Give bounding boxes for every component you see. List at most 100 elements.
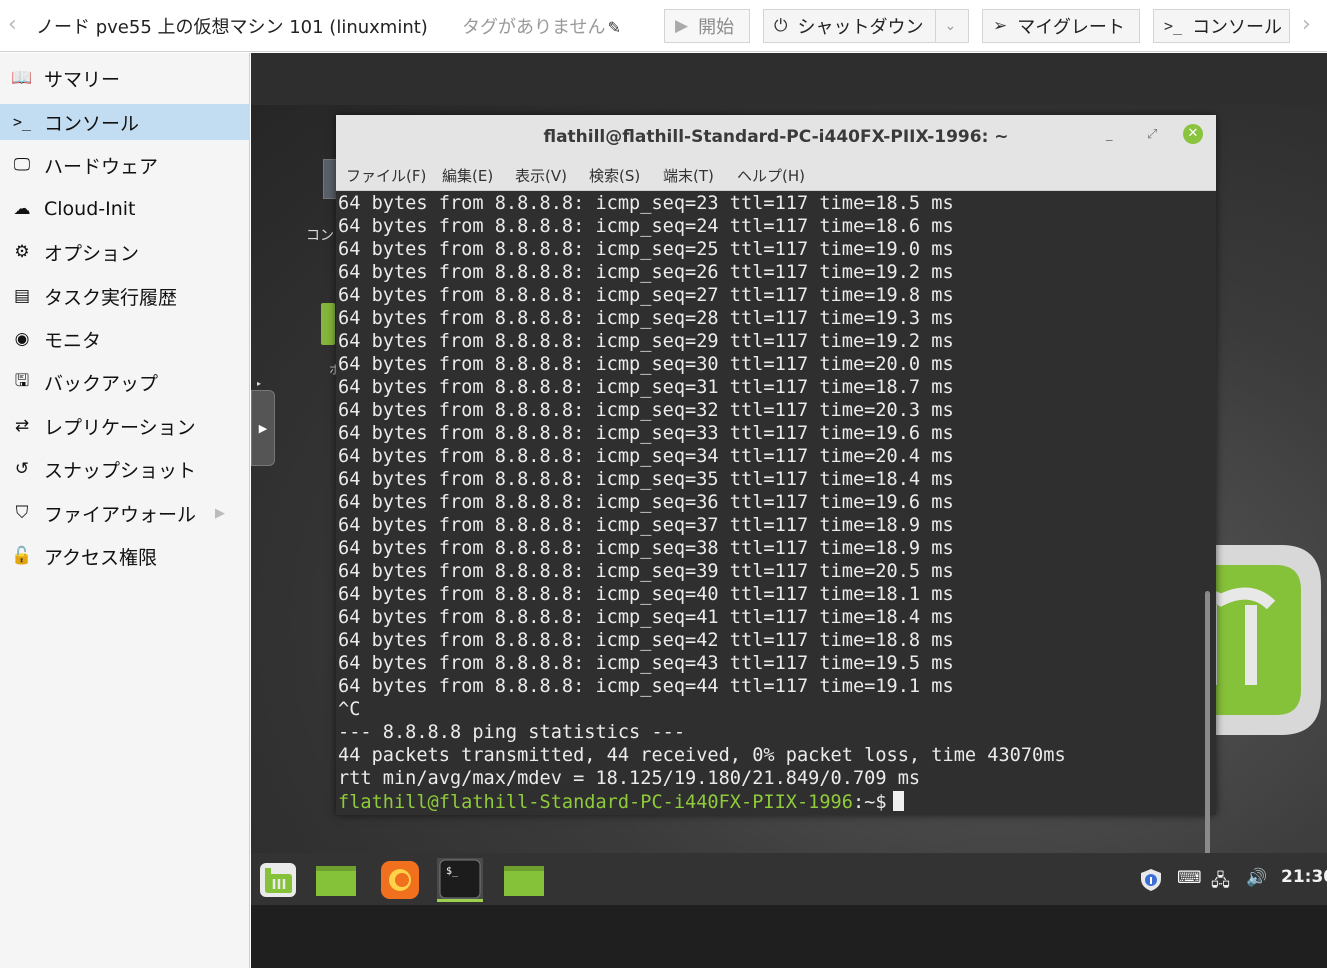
menu-search[interactable]: 検索(S) [589, 165, 640, 186]
console-bottom-strip [251, 905, 1327, 968]
terminal-line: 64 bytes from 8.8.8.8: icmp_seq=24 ttl=1… [338, 216, 954, 237]
sidebar-item-monitor[interactable]: ◉ モニタ [0, 321, 250, 357]
sidebar-item-summary[interactable]: 📖 サマリー [0, 60, 250, 96]
maximize-icon[interactable]: ⤢ [1147, 127, 1157, 142]
menu-help[interactable]: ヘルプ(H) [737, 165, 805, 186]
terminal-line: 64 bytes from 8.8.8.8: icmp_seq=37 ttl=1… [338, 515, 954, 536]
terminal-line: 64 bytes from 8.8.8.8: icmp_seq=23 ttl=1… [338, 193, 954, 214]
terminal-icon[interactable]: $_ [437, 858, 483, 902]
sidebar-nav: 📖 サマリー >_ コンソール 🖵 ハードウェア ☁ Cloud-Init ⚙ … [0, 53, 250, 968]
sidebar-item-label: アクセス権限 [44, 546, 158, 569]
terminal-line: 44 packets transmitted, 44 received, 0% … [338, 745, 1066, 766]
menu-terminal[interactable]: 端末(T) [663, 165, 714, 186]
list-icon: ▤ [13, 286, 31, 306]
vm-taskbar: $_ ⌨ 🖧 🔊 21:30 [251, 853, 1327, 905]
text-cursor [892, 791, 904, 811]
scroll-right-icon[interactable]: › [1302, 12, 1316, 38]
vm-desktop[interactable]: コン ホ ▸ ▶ flathill@flathill-Standard-PC-i… [251, 105, 1327, 905]
sidebar-item-permissions[interactable]: 🔓 アクセス権限 [0, 538, 250, 574]
desktop-icon-label: コン [306, 228, 334, 244]
sidebar-item-console[interactable]: >_ コンソール [0, 104, 250, 140]
console-button[interactable]: >_ コンソール [1153, 9, 1290, 43]
drawer-dot-icon: ▸ [257, 379, 262, 388]
shield-icon[interactable] [1139, 868, 1163, 897]
console-button-label: コンソール [1192, 17, 1283, 38]
sidebar-item-firewall[interactable]: ⛉ ファイアウォール ▶ [0, 495, 250, 531]
volume-icon[interactable]: 🔊 [1246, 868, 1267, 888]
chevron-down-icon[interactable]: ⌄ [935, 10, 956, 42]
vm-console[interactable]: コン ホ ▸ ▶ flathill@flathill-Standard-PC-i… [251, 53, 1327, 968]
network-icon[interactable]: 🖧 [1211, 868, 1230, 897]
migrate-button[interactable]: ➢ マイグレート [982, 9, 1140, 43]
terminal-line: 64 bytes from 8.8.8.8: icmp_seq=32 ttl=1… [338, 400, 954, 421]
start-button[interactable]: ▶ 開始 [664, 9, 750, 43]
terminal-line: ^C [338, 699, 361, 720]
terminal-line: 64 bytes from 8.8.8.8: icmp_seq=40 ttl=1… [338, 584, 954, 605]
header-bar: ‹ ノード pve55 上の仮想マシン 101 (linuxmint) タグがあ… [0, 0, 1327, 52]
terminal-prompt-suffix: :~$ [852, 792, 887, 813]
menu-view[interactable]: 表示(V) [515, 165, 567, 186]
sidebar-item-label: コンソール [44, 112, 140, 135]
terminal-line: 64 bytes from 8.8.8.8: icmp_seq=34 ttl=1… [338, 446, 954, 467]
sidebar-item-snapshot[interactable]: ↺ スナップショット [0, 451, 250, 487]
sidebar-item-task-history[interactable]: ▤ タスク実行履歴 [0, 278, 250, 314]
sidebar-item-replication[interactable]: ⇄ レプリケーション [0, 408, 250, 444]
terminal-line: 64 bytes from 8.8.8.8: icmp_seq=29 ttl=1… [338, 331, 954, 352]
unlock-icon: 🔓 [11, 546, 33, 566]
clock[interactable]: 21:30 [1281, 867, 1327, 887]
sidebar-item-options[interactable]: ⚙ オプション [0, 234, 250, 270]
terminal-line: 64 bytes from 8.8.8.8: icmp_seq=42 ttl=1… [338, 630, 954, 651]
sidebar-item-label: タスク実行履歴 [44, 286, 178, 309]
terminal-titlebar[interactable]: flathill@flathill-Standard-PC-i440FX-PII… [336, 115, 1216, 159]
minimize-icon[interactable]: _ [1106, 127, 1113, 142]
shutdown-button[interactable]: ⏻ シャットダウン ⌄ [763, 9, 969, 43]
terminal-line: 64 bytes from 8.8.8.8: icmp_seq=33 ttl=1… [338, 423, 954, 444]
page-title: ノード pve55 上の仮想マシン 101 (linuxmint) [36, 17, 428, 38]
sidebar-item-label: バックアップ [44, 372, 159, 395]
files-icon[interactable] [501, 858, 547, 902]
sidebar-item-hardware[interactable]: 🖵 ハードウェア [0, 147, 250, 183]
start-button-label: 開始 [698, 17, 735, 38]
tags-label: タグがありません [462, 17, 606, 38]
novnc-control-handle[interactable]: ▶ [251, 390, 275, 466]
sidebar-item-label: ハードウェア [44, 155, 159, 178]
retweet-icon: ⇄ [14, 416, 30, 436]
pencil-icon[interactable]: ✎ [607, 18, 620, 37]
book-icon: 📖 [11, 68, 33, 88]
play-icon: ▶ [675, 16, 689, 36]
sidebar-item-label: スナップショット [44, 459, 197, 482]
sidebar-item-label: ファイアウォール [44, 503, 197, 526]
terminal-line: 64 bytes from 8.8.8.8: icmp_seq=31 ttl=1… [338, 377, 954, 398]
terminal-scrollbar[interactable] [1205, 591, 1210, 881]
menu-file[interactable]: ファイル(F) [346, 165, 426, 186]
terminal-icon: >_ [12, 113, 32, 131]
mint-menu-icon[interactable] [255, 858, 301, 902]
tags-area[interactable]: タグがありません ✎ [462, 13, 621, 39]
console-top-strip [251, 53, 1327, 105]
scroll-left-icon[interactable]: ‹ [8, 12, 22, 38]
terminal-line: 64 bytes from 8.8.8.8: icmp_seq=28 ttl=1… [338, 308, 954, 329]
menu-edit[interactable]: 編集(E) [442, 165, 493, 186]
send-icon: ➢ [993, 16, 1008, 36]
keyboard-icon[interactable]: ⌨ [1177, 868, 1202, 888]
shield-icon: ⛉ [15, 503, 29, 523]
folder-icon[interactable] [313, 858, 359, 902]
terminal-window[interactable]: flathill@flathill-Standard-PC-i440FX-PII… [336, 115, 1216, 881]
terminal-line: --- 8.8.8.8 ping statistics --- [338, 722, 686, 743]
terminal-output[interactable]: 64 bytes from 8.8.8.8: icmp_seq=23 ttl=1… [336, 191, 1216, 881]
terminal-prompt: flathill@flathill-Standard-PC-i440FX-PII… [338, 792, 853, 813]
close-icon[interactable]: ✕ [1183, 124, 1203, 144]
power-icon: ⏻ [774, 16, 788, 36]
chevron-right-icon: ▶ [215, 505, 225, 521]
terminal-prompt-line[interactable]: flathill@flathill-Standard-PC-i440FX-PII… [338, 791, 904, 814]
sidebar-item-backup[interactable]: 🖫 バックアップ [0, 364, 250, 400]
migrate-button-label: マイグレート [1017, 17, 1125, 38]
sidebar-item-label: オプション [44, 242, 140, 265]
svg-text:$_: $_ [446, 866, 459, 877]
desktop-home-icon[interactable] [321, 303, 335, 345]
sidebar-item-cloud-init[interactable]: ☁ Cloud-Init [0, 191, 250, 227]
shutdown-button-label: シャットダウン [797, 17, 924, 38]
firefox-icon[interactable] [377, 858, 423, 902]
terminal-title: flathill@flathill-Standard-PC-i440FX-PII… [543, 127, 1009, 147]
gear-icon: ⚙ [14, 242, 30, 262]
